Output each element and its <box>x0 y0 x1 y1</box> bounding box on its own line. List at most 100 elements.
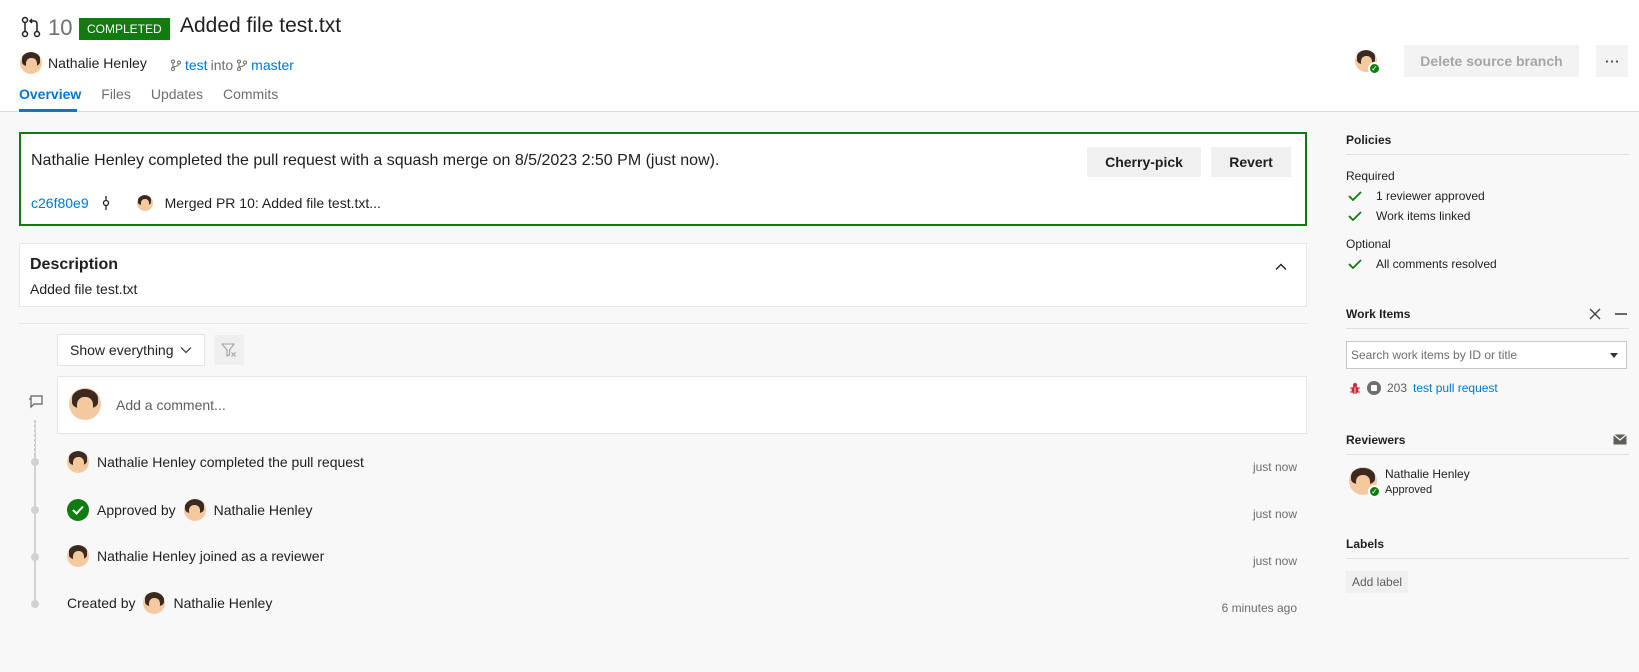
reviewers-header: Reviewers <box>1346 433 1629 455</box>
reviewer-info: Nathalie Henley Approved <box>1385 467 1470 496</box>
tab-files[interactable]: Files <box>101 86 131 110</box>
reviewer-name: Nathalie Henley <box>1385 467 1470 481</box>
reviewer-status: Approved <box>1385 484 1433 496</box>
work-item-id: 203 <box>1387 381 1408 395</box>
labels-title: Labels <box>1346 537 1629 559</box>
pr-number: 10 <box>48 15 73 40</box>
timeline-item-joined: Nathalie Henley joined as a reviewer <box>67 545 324 567</box>
status-badge: COMPLETED <box>79 18 170 40</box>
filter-selected-value: Show everything <box>70 342 174 358</box>
work-item-search-input[interactable] <box>1347 342 1597 368</box>
actor-avatar <box>143 592 166 614</box>
into-text: into <box>210 57 234 73</box>
actor-avatar <box>67 545 89 567</box>
clear-filter-button[interactable] <box>214 335 244 365</box>
merge-message: Nathalie Henley completed the pull reque… <box>31 152 720 169</box>
branch-icon <box>171 59 181 71</box>
page-title: Added file test.txt <box>180 14 342 37</box>
commit-author-avatar <box>136 195 153 211</box>
timeline-timestamp: just now <box>1252 507 1297 521</box>
timeline-text: Nathalie Henley completed the pull reque… <box>97 454 364 470</box>
current-user-avatar <box>69 388 101 420</box>
timeline-item-completed: Nathalie Henley completed the pull reque… <box>67 451 364 473</box>
tab-commits[interactable]: Commits <box>223 86 278 110</box>
approved-check-icon: ✓ <box>1368 62 1381 75</box>
reviewers-title: Reviewers <box>1346 433 1406 447</box>
caret-down-icon[interactable] <box>1610 353 1618 358</box>
policy-label: All comments resolved <box>1376 257 1497 271</box>
policy-item: 1 reviewer approved <box>1346 189 1629 203</box>
minus-icon[interactable] <box>1615 312 1627 316</box>
close-icon[interactable] <box>1589 308 1601 320</box>
policy-item: All comments resolved <box>1346 257 1629 271</box>
comment-icon <box>29 395 43 409</box>
tab-updates[interactable]: Updates <box>151 86 203 110</box>
work-items-title: Work Items <box>1346 307 1411 321</box>
description-text: Added file test.txt <box>30 281 138 297</box>
timeline-dashed-line <box>34 420 35 456</box>
new-comment-box <box>57 376 1307 434</box>
pr-tabs: Overview Files Updates Commits <box>19 86 278 110</box>
revert-button[interactable]: Revert <box>1211 147 1291 177</box>
bug-icon <box>1350 382 1360 394</box>
reviewer-item[interactable]: ✓ Nathalie Henley Approved <box>1346 467 1629 498</box>
section-divider <box>19 323 1307 324</box>
actor-avatar <box>67 451 89 473</box>
description-title: Description <box>30 256 119 273</box>
target-branch-link[interactable]: master <box>251 57 294 73</box>
merge-commit-row: c26f80e9 Merged PR 10: Added file test.t… <box>31 195 381 211</box>
mail-icon[interactable] <box>1613 434 1627 445</box>
work-item-search[interactable] <box>1346 341 1627 369</box>
policies-section: Policies Required 1 reviewer approved Wo… <box>1346 133 1629 271</box>
activity-filter-dropdown[interactable]: Show everything <box>57 334 205 366</box>
work-item-title-link[interactable]: test pull request <box>1413 381 1498 395</box>
delete-source-branch-button[interactable]: Delete source branch <box>1404 45 1579 77</box>
policy-label: 1 reviewer approved <box>1376 189 1485 203</box>
work-items-section: Work Items 203 test pull request <box>1346 307 1629 395</box>
timeline-dot <box>31 506 39 514</box>
timeline-dot <box>31 458 39 466</box>
work-item-state-icon <box>1367 381 1381 395</box>
policy-item: Work items linked <box>1346 209 1629 223</box>
active-tab-indicator <box>19 109 77 112</box>
check-icon <box>1348 259 1362 269</box>
commit-icon <box>102 196 109 210</box>
branch-icon <box>237 59 248 71</box>
source-branch-link[interactable]: test <box>185 57 208 73</box>
more-actions-button[interactable]: ··· <box>1596 45 1628 77</box>
reviewer-vote-avatar[interactable]: ✓ <box>1355 50 1381 75</box>
policies-title: Policies <box>1346 133 1629 155</box>
commit-id-link[interactable]: c26f80e9 <box>31 195 89 211</box>
pr-author[interactable]: Nathalie Henley <box>20 52 147 74</box>
timeline-dot <box>31 553 39 561</box>
required-label: Required <box>1346 169 1395 183</box>
work-item-row: 203 test pull request <box>1346 381 1629 395</box>
timeline-actor-name[interactable]: Nathalie Henley <box>173 595 272 611</box>
add-comment-input[interactable] <box>116 393 1266 417</box>
optional-label: Optional <box>1346 237 1391 251</box>
timeline-timestamp: 6 minutes ago <box>1221 601 1297 615</box>
description-panel: Description Added file test.txt <box>19 243 1307 307</box>
author-name: Nathalie Henley <box>48 55 147 71</box>
commit-message: Merged PR 10: Added file test.txt... <box>164 195 381 211</box>
reviewers-section: Reviewers ✓ Nathalie Henley Approved <box>1346 433 1629 498</box>
work-items-header: Work Items <box>1346 307 1629 329</box>
timeline-timestamp: just now <box>1252 460 1297 474</box>
timeline-prefix: Approved by <box>97 502 176 518</box>
add-label-button[interactable]: Add label <box>1346 571 1409 593</box>
timeline-actor-name[interactable]: Nathalie Henley <box>214 502 313 518</box>
filter-clear-icon <box>221 343 236 357</box>
labels-section: Labels Add label <box>1346 537 1629 593</box>
pull-request-icon <box>21 16 41 38</box>
timeline-text: Nathalie Henley joined as a reviewer <box>97 548 325 564</box>
approved-check-icon: ✓ <box>1368 485 1381 498</box>
chevron-down-icon <box>180 347 192 354</box>
cherry-pick-button[interactable]: Cherry-pick <box>1087 147 1201 177</box>
approved-check-icon <box>67 499 89 521</box>
chevron-up-icon[interactable] <box>1274 260 1288 274</box>
timeline-item-created: Created by Nathalie Henley <box>67 592 272 614</box>
pr-header: 10 COMPLETED Added file test.txt Nathali… <box>0 0 1639 112</box>
timeline-timestamp: just now <box>1252 554 1297 568</box>
timeline-item-approved: Approved by Nathalie Henley <box>67 499 312 521</box>
tab-overview[interactable]: Overview <box>19 86 81 110</box>
